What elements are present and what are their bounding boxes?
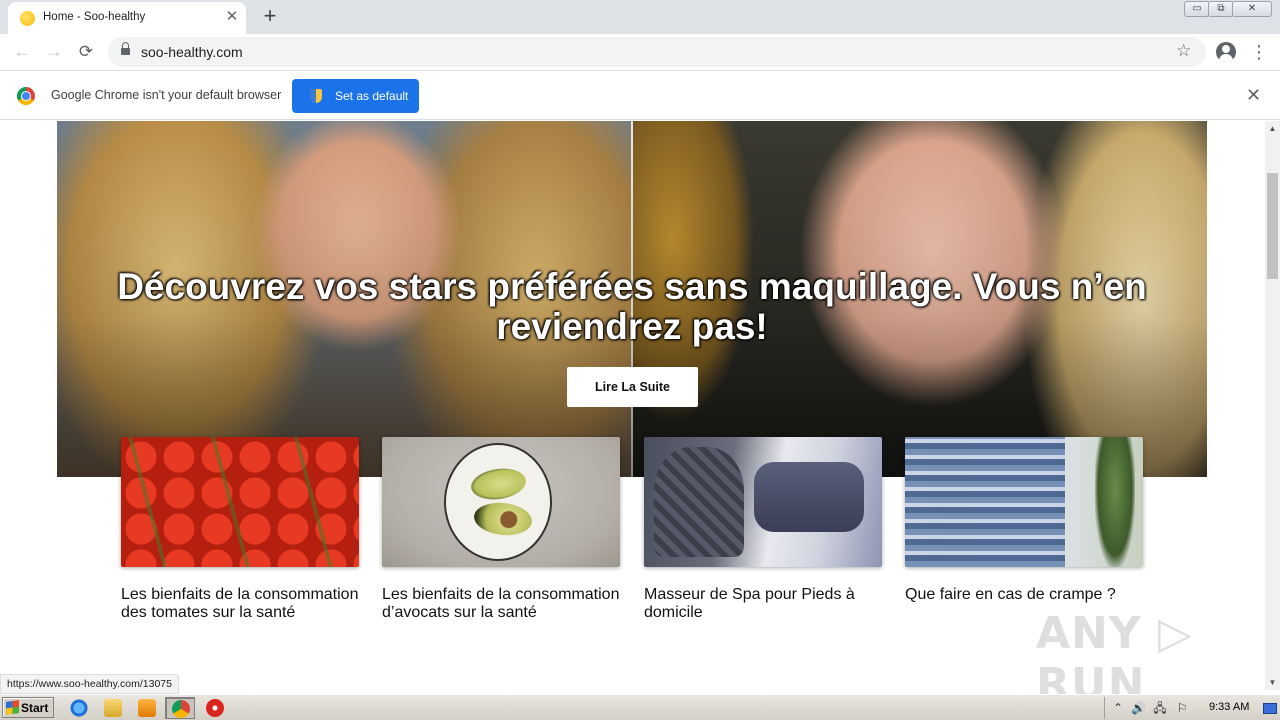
read-more-button[interactable]: Lire La Suite (567, 367, 698, 407)
show-desktop-icon[interactable] (1263, 703, 1277, 714)
default-browser-infobar: Google Chrome isn't your default browser… (0, 70, 1280, 120)
forward-button[interactable]: → (42, 40, 66, 64)
cramp-image[interactable] (905, 437, 1143, 567)
tab-strip: Home - Soo-healthy ✕ + ▭ ⧉ ✕ (0, 0, 1280, 34)
scroll-down-arrow-icon[interactable]: ▼ (1265, 675, 1280, 690)
article-title[interactable]: Les bienfaits de la consommation d’avoca… (382, 586, 622, 622)
chrome-logo-icon (17, 87, 35, 105)
article-title[interactable]: Les bienfaits de la consommation des tom… (121, 586, 361, 622)
profile-avatar-icon[interactable] (1216, 42, 1236, 62)
volume-icon[interactable]: 🔊 (1131, 701, 1146, 715)
taskbar-clock[interactable]: 9:33 AM (1209, 701, 1249, 713)
close-window-button[interactable]: ✕ (1232, 1, 1272, 17)
infobar-message: Google Chrome isn't your default browser (51, 88, 282, 102)
lock-icon (121, 42, 130, 57)
tomatoes-image[interactable] (121, 437, 359, 567)
tray-expand-icon[interactable]: ⌃ (1111, 701, 1125, 715)
minimize-button[interactable]: ▭ (1184, 1, 1210, 17)
scrollbar-thumb[interactable] (1267, 173, 1278, 279)
plate-shape (444, 443, 552, 561)
uac-shield-icon (310, 89, 322, 103)
windows-taskbar: Start ⌃ 🔊 🖧 ⚐ 9:33 AM (0, 694, 1280, 720)
status-bar-url: https://www.soo-healthy.com/13075 (0, 674, 179, 694)
tab-title: Home - Soo-healthy (43, 11, 146, 23)
browser-tab[interactable]: Home - Soo-healthy ✕ (8, 2, 246, 34)
scroll-up-arrow-icon[interactable]: ▲ (1265, 121, 1280, 136)
opera-icon[interactable] (206, 699, 224, 717)
avocado-image[interactable] (382, 437, 620, 567)
foot-massage-image[interactable] (644, 437, 882, 567)
windows-logo-icon (6, 700, 19, 715)
restore-button[interactable]: ⧉ (1208, 1, 1234, 17)
article-title[interactable]: Masseur de Spa pour Pieds à domicile (644, 586, 884, 622)
file-explorer-icon[interactable] (104, 699, 122, 717)
page-content: Découvrez vos stars préférées sans maqui… (0, 121, 1265, 674)
address-bar[interactable]: soo-healthy.com ☆ (108, 37, 1206, 67)
avocado-half-shape (469, 465, 528, 503)
start-button[interactable]: Start (2, 697, 54, 718)
url-text[interactable]: soo-healthy.com (141, 44, 243, 60)
chrome-icon (172, 700, 190, 718)
bookmark-star-icon[interactable]: ☆ (1176, 41, 1191, 61)
network-icon[interactable]: 🖧 (1153, 701, 1167, 715)
taskbar-chrome-active[interactable] (165, 697, 195, 719)
page-scrollbar[interactable]: ▲ ▼ (1265, 121, 1280, 690)
new-tab-button[interactable]: + (258, 5, 282, 29)
internet-explorer-icon[interactable] (70, 699, 88, 717)
hero-banner[interactable]: Découvrez vos stars préférées sans maqui… (57, 121, 1207, 477)
infobar-close-icon[interactable]: ✕ (1246, 85, 1261, 106)
system-tray: ⌃ 🔊 🖧 ⚐ 9:33 AM (1104, 697, 1280, 719)
avocado-half-shape (472, 500, 534, 538)
hero-title[interactable]: Découvrez vos stars préférées sans maqui… (57, 267, 1207, 347)
action-center-flag-icon[interactable]: ⚐ (1175, 701, 1189, 715)
reload-button[interactable]: ⟳ (74, 40, 98, 64)
site-favicon-icon (20, 11, 35, 26)
media-player-icon[interactable] (138, 699, 156, 717)
back-button[interactable]: ← (10, 40, 34, 64)
tab-close-icon[interactable]: ✕ (223, 8, 241, 26)
browser-toolbar: ← → ⟳ soo-healthy.com ☆ ⋮ (0, 34, 1280, 70)
article-title[interactable]: Que faire en cas de crampe ? (905, 586, 1145, 604)
set-as-default-label: Set as default (335, 89, 409, 103)
set-as-default-button[interactable]: Set as default (292, 79, 419, 113)
start-label: Start (21, 701, 49, 715)
browser-menu-icon[interactable]: ⋮ (1250, 40, 1268, 64)
